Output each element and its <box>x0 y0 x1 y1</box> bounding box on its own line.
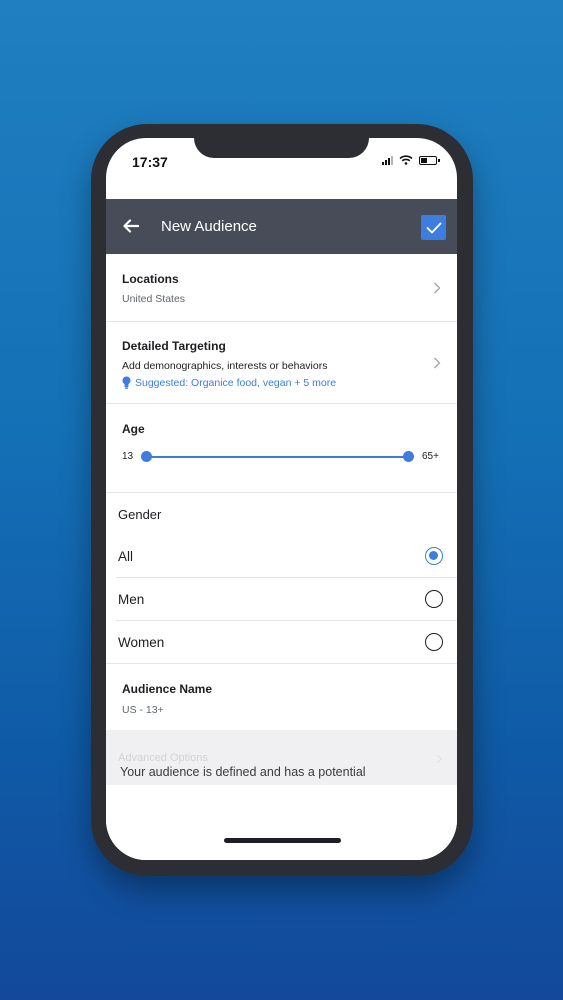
gender-option-label: Men <box>118 592 145 607</box>
detailed-targeting-description: Add demonographics, interests or behavio… <box>122 360 328 372</box>
age-max-handle[interactable] <box>403 451 414 462</box>
detailed-targeting-label: Detailed Targeting <box>122 339 226 353</box>
status-icons <box>382 155 440 165</box>
audience-name-value: US - 13+ <box>122 704 164 716</box>
age-max-label: 65+ <box>422 451 439 462</box>
phone-screen: 17:37 New Audience Locations United Stat… <box>106 138 457 860</box>
audience-name-row[interactable]: Audience Name US - 13+ <box>106 664 457 730</box>
home-indicator[interactable] <box>224 838 341 843</box>
advanced-options-label[interactable]: Advanced Options <box>118 752 208 764</box>
locations-row[interactable]: Locations United States <box>106 254 457 321</box>
chevron-right-icon <box>434 357 441 369</box>
age-min-label: 13 <box>122 451 134 462</box>
gender-label: Gender <box>118 507 162 522</box>
detailed-targeting-row[interactable]: Detailed Targeting Add demonographics, i… <box>106 322 457 403</box>
cellular-signal-icon <box>382 155 393 165</box>
divider <box>106 492 457 493</box>
radio-empty-icon[interactable] <box>425 590 443 608</box>
gender-option-label: All <box>118 549 134 564</box>
chevron-right-icon <box>434 282 441 294</box>
checkmark-icon <box>426 222 441 233</box>
gender-option-label: Women <box>118 635 165 650</box>
radio-selected-icon[interactable] <box>425 547 443 565</box>
bottom-area <box>106 785 457 860</box>
app-header: New Audience <box>106 199 457 254</box>
audience-name-label: Audience Name <box>122 682 213 696</box>
gender-option-women[interactable]: Women <box>106 621 457 663</box>
back-arrow-icon[interactable] <box>122 217 140 235</box>
age-label: Age <box>122 422 145 436</box>
battery-icon <box>419 155 440 165</box>
divider <box>106 403 457 404</box>
chevron-right-icon <box>436 754 443 764</box>
gender-option-all[interactable]: All <box>106 535 457 577</box>
wifi-icon <box>399 155 413 165</box>
gender-option-men[interactable]: Men <box>106 578 457 620</box>
lightbulb-icon <box>122 376 131 389</box>
age-range-track <box>146 456 409 458</box>
locations-value: United States <box>122 293 186 305</box>
phone-notch <box>194 138 369 158</box>
suggestion-text: Suggested: Organice food, vegan + 5 more <box>135 376 337 389</box>
age-min-handle[interactable] <box>141 451 152 462</box>
radio-empty-icon[interactable] <box>425 633 443 651</box>
header-title: New Audience <box>161 218 257 235</box>
status-time: 17:37 <box>132 154 168 170</box>
locations-label: Locations <box>122 272 179 286</box>
potential-reach-text: Your audience is defined and has a poten… <box>120 765 366 779</box>
suggestion-link[interactable]: Suggested: Organice food, vegan + 5 more <box>122 376 336 389</box>
confirm-button[interactable] <box>421 215 446 240</box>
